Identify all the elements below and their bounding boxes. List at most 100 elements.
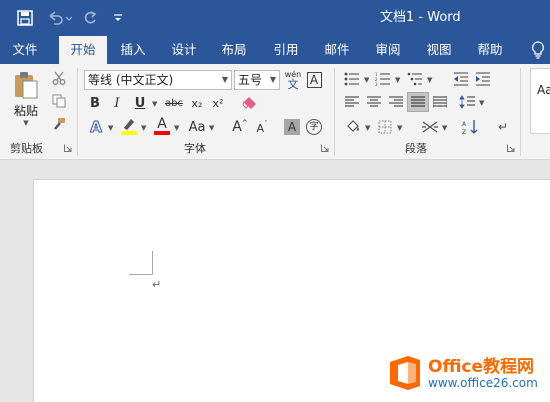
font-color-letter: A xyxy=(157,116,167,132)
tab-layout[interactable]: 布局 xyxy=(214,36,254,64)
chevron-down-icon[interactable]: ▼ xyxy=(427,76,432,84)
italic-button[interactable]: I xyxy=(108,94,126,112)
customize-quick-access-button[interactable] xyxy=(108,0,128,36)
paste-label: 粘贴 xyxy=(13,104,38,118)
font-group-label: 字体 xyxy=(184,142,206,155)
chevron-down-icon[interactable]: ▼ xyxy=(209,124,214,132)
chevron-down-icon[interactable]: ▼ xyxy=(442,124,447,132)
superscript-button[interactable]: x² xyxy=(209,94,227,112)
paste-button[interactable]: 粘贴 ▼ xyxy=(8,70,44,134)
tab-review[interactable]: 审阅 xyxy=(368,36,408,64)
save-icon xyxy=(17,10,33,26)
tab-help[interactable]: 帮助 xyxy=(470,36,510,64)
save-button[interactable] xyxy=(14,0,36,36)
shrink-font-button[interactable]: Aˇ xyxy=(254,119,270,137)
svg-text:3: 3 xyxy=(375,82,378,86)
clear-formatting-button[interactable] xyxy=(240,93,260,113)
change-case-button[interactable]: Aa xyxy=(186,117,208,137)
undo-icon xyxy=(49,11,72,25)
chinese-layout-icon xyxy=(422,121,438,133)
underline-button[interactable]: U xyxy=(131,94,149,112)
chevron-down-icon[interactable]: ▼ xyxy=(397,124,402,132)
phonetic-guide-char: 文 xyxy=(287,77,299,91)
title-bar: 文档1 - Word xyxy=(0,0,550,36)
enclose-characters-button[interactable]: 字 xyxy=(305,118,323,136)
indent-icon xyxy=(476,72,490,86)
format-painter-button[interactable] xyxy=(50,115,68,133)
chevron-down-icon[interactable]: ▼ xyxy=(174,124,179,132)
distributed-icon xyxy=(433,96,447,108)
paint-bucket-icon xyxy=(347,120,359,132)
eraser-icon xyxy=(242,97,256,109)
chinese-layout-button[interactable] xyxy=(420,118,440,136)
redo-icon xyxy=(84,11,97,24)
bold-button[interactable]: B xyxy=(86,94,104,112)
bullets-button[interactable] xyxy=(342,71,362,87)
ribbon: 粘贴 ▼ 剪贴板 等线 (中文正文) ▼ 五号 ▼ wén 文 A B I U … xyxy=(0,64,550,160)
chevron-down-icon: ▼ xyxy=(269,75,276,84)
paragraph-mark-icon: ↵ xyxy=(497,120,509,134)
grow-font-button[interactable]: A ^ xyxy=(232,117,248,137)
copy-button[interactable] xyxy=(50,92,68,110)
align-center-button[interactable] xyxy=(365,94,383,110)
character-shading-button[interactable]: A xyxy=(283,118,301,136)
copy-icon xyxy=(52,94,66,108)
font-name-dropdown[interactable]: 等线 (中文正文) ▼ xyxy=(84,70,232,90)
character-border-button[interactable]: A xyxy=(305,70,323,90)
align-left-icon xyxy=(345,96,359,107)
tab-design[interactable]: 设计 xyxy=(164,36,204,64)
chevron-down-icon[interactable]: ▼ xyxy=(365,124,370,132)
tell-me-button[interactable] xyxy=(526,36,550,64)
styles-gallery[interactable]: AaBbCcDd xyxy=(530,68,550,134)
dropdown-icon xyxy=(114,14,122,21)
borders-button[interactable] xyxy=(376,119,394,135)
decrease-indent-button[interactable] xyxy=(452,71,470,87)
character-border-letter: A xyxy=(306,72,322,88)
margin-corner-mark xyxy=(129,251,153,275)
multilevel-list-button[interactable] xyxy=(405,71,425,87)
distributed-button[interactable] xyxy=(431,94,449,110)
clipboard-launcher-icon[interactable] xyxy=(64,144,72,152)
chevron-down-icon[interactable]: ▼ xyxy=(364,76,369,84)
tab-insert[interactable]: 插入 xyxy=(113,36,153,64)
undo-button[interactable] xyxy=(44,0,74,36)
tab-file[interactable]: 文件 xyxy=(5,36,45,64)
group-separator xyxy=(77,68,78,156)
phonetic-guide-button[interactable]: wén 文 xyxy=(284,69,302,91)
redo-button[interactable] xyxy=(80,0,100,36)
font-color-button[interactable]: A xyxy=(152,115,172,137)
font-launcher-icon[interactable] xyxy=(321,144,329,152)
shrink-font-letter: A xyxy=(256,121,265,135)
strikethrough-button[interactable]: abc xyxy=(162,94,186,112)
chevron-down-icon[interactable]: ▼ xyxy=(108,124,113,132)
increase-indent-button[interactable] xyxy=(474,71,492,87)
highlight-button[interactable] xyxy=(119,115,139,137)
font-size-dropdown[interactable]: 五号 ▼ xyxy=(234,70,280,90)
justify-button[interactable] xyxy=(407,92,429,112)
align-left-button[interactable] xyxy=(343,94,361,110)
watermark-name: Office教程网 xyxy=(428,357,535,377)
chevron-down-icon[interactable]: ▼ xyxy=(395,76,400,84)
align-right-button[interactable] xyxy=(387,94,405,110)
subscript-button[interactable]: x₂ xyxy=(188,94,206,112)
ribbon-tabs: 文件 开始 插入 设计 布局 引用 邮件 审阅 视图 帮助 xyxy=(0,36,550,64)
highlighter-icon xyxy=(124,119,134,130)
group-separator xyxy=(520,68,521,156)
chevron-down-icon[interactable]: ▼ xyxy=(141,124,146,132)
tab-references[interactable]: 引用 xyxy=(266,36,306,64)
numbering-button[interactable]: 1 2 3 xyxy=(373,71,393,87)
line-spacing-button[interactable] xyxy=(458,94,476,110)
show-marks-button[interactable]: ↵ xyxy=(495,119,511,135)
chevron-down-icon[interactable]: ▼ xyxy=(152,100,157,108)
tab-home[interactable]: 开始 xyxy=(59,36,107,64)
cut-button[interactable] xyxy=(50,69,68,87)
chevron-down-icon[interactable]: ▼ xyxy=(479,99,484,107)
sort-button[interactable]: A Z xyxy=(460,118,480,136)
text-effects-button[interactable]: A xyxy=(86,117,106,137)
shading-button[interactable] xyxy=(343,118,363,136)
tab-view[interactable]: 视图 xyxy=(419,36,459,64)
character-shading-letter: A xyxy=(284,119,300,135)
font-size-value: 五号 xyxy=(238,73,263,87)
paragraph-launcher-icon[interactable] xyxy=(507,144,515,152)
tab-mailings[interactable]: 邮件 xyxy=(317,36,357,64)
